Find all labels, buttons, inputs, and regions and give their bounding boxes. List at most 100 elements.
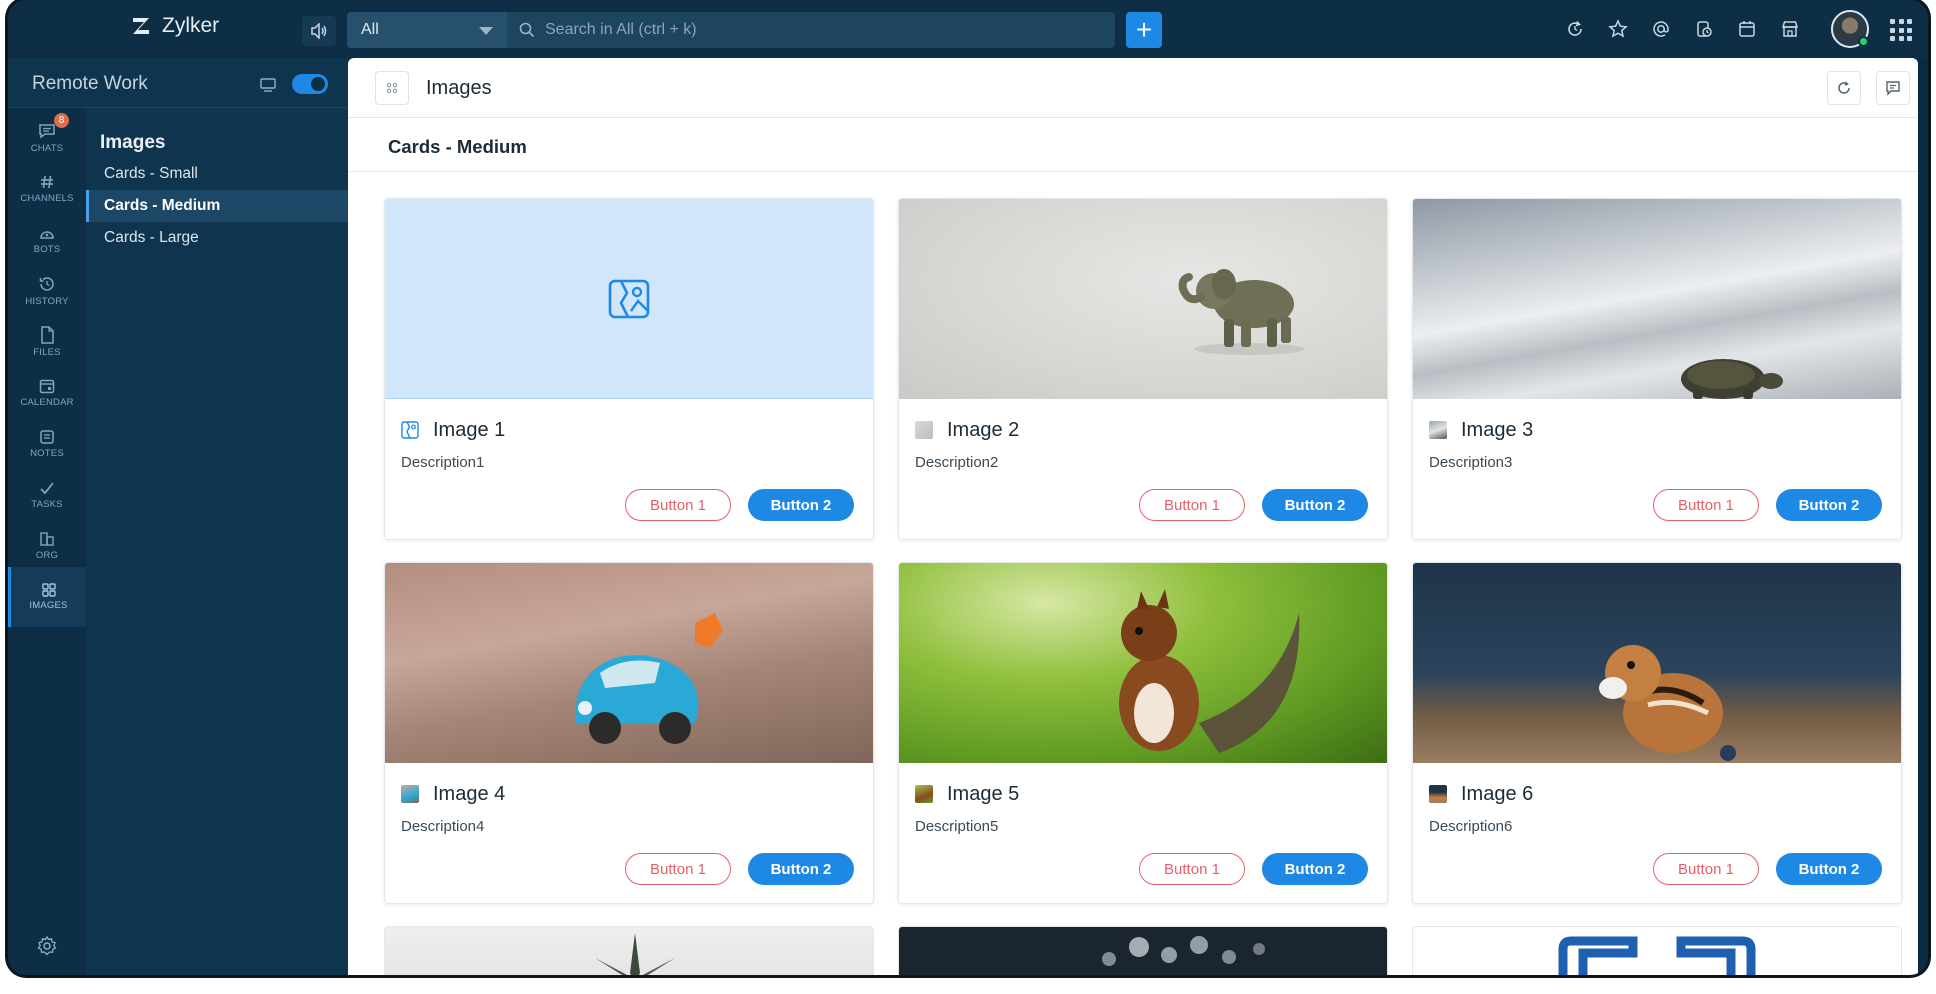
button-2[interactable]: Button 2 <box>1262 853 1368 885</box>
reminder-icon[interactable] <box>1692 17 1716 41</box>
card-image-toy-car <box>385 563 873 763</box>
button-1[interactable]: Button 1 <box>1139 489 1245 521</box>
tasks-icon <box>40 482 54 495</box>
button-2[interactable]: Button 2 <box>1262 489 1368 521</box>
image-card[interactable]: Image 2 Description2 Button 1 Button 2 <box>898 198 1388 540</box>
images-icon <box>41 583 56 597</box>
rail-label: TASKS <box>31 499 63 510</box>
squirrel-picture <box>1119 589 1300 753</box>
card-image-chipmunk <box>1413 563 1901 763</box>
rail-label: ORG <box>35 550 59 561</box>
unread-badge: 8 <box>54 113 69 128</box>
button-1[interactable]: Button 1 <box>625 489 731 521</box>
image-card[interactable]: Image 3 Description3 Button 1 Button 2 <box>1412 198 1902 540</box>
image-card-partial[interactable] <box>384 926 874 975</box>
card-title: Image 5 <box>947 783 1020 805</box>
monitor-icon[interactable] <box>260 78 276 92</box>
rail-item-images[interactable]: IMAGES <box>8 567 86 627</box>
subnav-item-cards-medium[interactable]: Cards - Medium <box>86 190 348 222</box>
app-window: Zylker All + <box>8 0 1928 975</box>
message-button[interactable] <box>1876 71 1910 105</box>
hash-icon <box>41 175 53 189</box>
button-1[interactable]: Button 1 <box>625 853 731 885</box>
image-card[interactable]: Image 4 Description4 Button 1 Button 2 <box>384 562 874 904</box>
button-2[interactable]: Button 2 <box>748 853 854 885</box>
zylker-logo-icon <box>133 18 149 34</box>
frame-graphic <box>1558 936 1756 975</box>
settings-gear-icon[interactable] <box>36 935 58 957</box>
star-icon[interactable] <box>1606 17 1630 41</box>
card-description: Description4 <box>401 818 485 835</box>
card-title: Image 3 <box>1461 419 1534 441</box>
top-bar: Zylker All + <box>8 0 1928 58</box>
card-description: Description2 <box>915 454 999 471</box>
button-2[interactable]: Button 2 <box>748 489 854 521</box>
apps-grid-icon[interactable] <box>1890 19 1912 41</box>
card-description: Description5 <box>915 818 999 835</box>
chipmunk-picture <box>1599 645 1736 761</box>
broken-image-icon <box>608 279 650 319</box>
button-2[interactable]: Button 2 <box>1776 853 1882 885</box>
refresh-button[interactable] <box>1827 71 1861 105</box>
card-thumbnail <box>915 421 933 439</box>
subnav-item-cards-large[interactable]: Cards - Large <box>86 222 348 254</box>
rail-label: FILES <box>33 347 61 358</box>
button-2[interactable]: Button 2 <box>1776 489 1882 521</box>
image-card-partial[interactable] <box>898 926 1388 975</box>
image-card[interactable]: Image 1 Description1 Button 1 Button 2 <box>384 198 874 540</box>
image-card[interactable]: Image 5 Description5 Button 1 Button 2 <box>898 562 1388 904</box>
image-card[interactable]: Image 6 Description6 Button 1 Button 2 <box>1412 562 1902 904</box>
rail-label: IMAGES <box>29 600 68 611</box>
main-content: Images Cards - Medium Image 1 Descriptio… <box>348 58 1918 975</box>
add-button[interactable]: + <box>1126 12 1162 48</box>
button-1[interactable]: Button 1 <box>1139 853 1245 885</box>
subnav-title: Images <box>100 132 166 153</box>
rail-label: CALENDAR <box>20 397 74 408</box>
card-title: Image 1 <box>433 419 506 441</box>
subnav-item-cards-small[interactable]: Cards - Small <box>86 158 348 190</box>
search-scope-value: All <box>361 21 379 38</box>
workspace-toggle[interactable] <box>292 74 328 94</box>
button-1[interactable]: Button 1 <box>1653 853 1759 885</box>
rail-label: CHATS <box>30 143 64 154</box>
bot-icon <box>40 231 54 239</box>
image-card-partial[interactable] <box>1412 926 1902 975</box>
card-image-placeholder <box>385 199 873 399</box>
refresh-icon <box>1838 81 1850 94</box>
refresh-status-icon[interactable] <box>1563 17 1587 41</box>
search-scope-select[interactable]: All <box>347 12 507 48</box>
mention-icon[interactable] <box>1649 17 1673 41</box>
card-title: Image 2 <box>947 419 1020 441</box>
card-description: Description3 <box>1429 454 1513 471</box>
page-title: Images <box>426 77 492 99</box>
jellyfish-picture <box>1102 936 1265 966</box>
plus-icon: + <box>1135 14 1153 45</box>
calendar-icon[interactable] <box>1735 17 1759 41</box>
blue-toy-car-picture <box>574 613 723 744</box>
elephant-toy-picture <box>1178 269 1304 355</box>
rail-label: HISTORY <box>25 296 69 307</box>
card-description: Description1 <box>401 454 485 471</box>
speaker-button[interactable] <box>302 16 336 46</box>
workspace-name[interactable]: Remote Work <box>32 73 148 95</box>
hamburger-menu-icon[interactable] <box>26 16 50 40</box>
brand-name: Zylker <box>162 14 220 37</box>
card-title: Image 6 <box>1461 783 1534 805</box>
org-icon <box>40 532 54 546</box>
section-title: Cards - Medium <box>388 136 527 157</box>
brand[interactable]: Zylker <box>130 14 219 38</box>
search-input[interactable] <box>507 12 1115 48</box>
history-icon <box>39 277 54 291</box>
speaker-icon <box>311 23 327 39</box>
button-1[interactable]: Button 1 <box>1653 489 1759 521</box>
message-icon <box>1886 81 1900 96</box>
store-icon[interactable] <box>1778 17 1802 41</box>
card-description: Description6 <box>1429 818 1513 835</box>
search-bar: All <box>347 12 1115 48</box>
file-icon <box>41 326 54 344</box>
view-switch-button[interactable] <box>375 71 409 105</box>
card-thumbnail <box>401 785 419 803</box>
card-thumbnail <box>1429 421 1447 439</box>
turtle-picture <box>1681 359 1783 399</box>
caret-down-icon <box>479 27 493 35</box>
